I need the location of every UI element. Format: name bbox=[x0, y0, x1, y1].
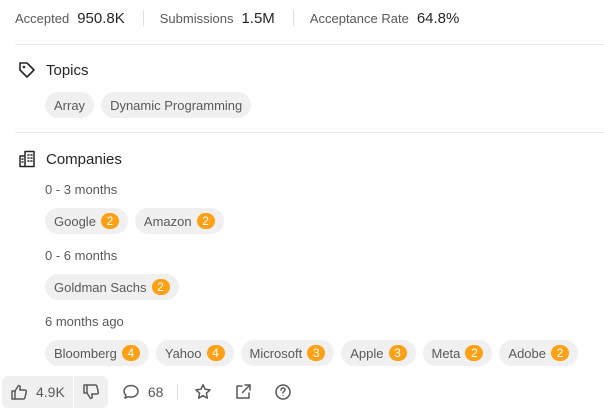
submissions-stat: Submissions 1.5M bbox=[160, 10, 275, 27]
company-count-badge: 3 bbox=[307, 345, 326, 361]
company-name: Apple bbox=[350, 345, 384, 361]
company-count-badge: 2 bbox=[196, 213, 215, 229]
submissions-label: Submissions bbox=[159, 10, 234, 26]
accepted-stat: Accepted 950.8K bbox=[15, 10, 125, 27]
share-icon bbox=[234, 383, 252, 401]
company-count-badge: 3 bbox=[388, 345, 407, 361]
company-chip[interactable]: Amazon 2 bbox=[134, 208, 224, 234]
accepted-label: Accepted bbox=[15, 10, 70, 26]
company-count-badge: 4 bbox=[206, 345, 225, 361]
company-name: Yahoo bbox=[164, 345, 202, 361]
divider bbox=[15, 132, 604, 133]
company-chip[interactable]: Bloomberg 4 bbox=[45, 340, 149, 366]
topic-chip[interactable]: Array bbox=[45, 92, 95, 118]
company-name: Meta bbox=[431, 345, 461, 361]
topic-chip[interactable]: Dynamic Programming bbox=[101, 92, 252, 118]
company-name: Adobe bbox=[508, 345, 546, 361]
submissions-value: 1.5M bbox=[241, 9, 275, 27]
company-count-badge: 2 bbox=[151, 279, 170, 295]
company-name: Goldman Sachs bbox=[54, 279, 147, 295]
topics-header[interactable]: Topics bbox=[17, 60, 89, 80]
toolbar-divider bbox=[177, 384, 179, 400]
company-count-badge: 4 bbox=[121, 345, 140, 361]
thumbs-down-icon bbox=[82, 383, 100, 401]
company-chip[interactable]: Adobe 2 bbox=[499, 340, 578, 366]
comment-count: 68 bbox=[147, 384, 164, 400]
company-count-badge: 2 bbox=[551, 345, 569, 361]
company-count-badge: 2 bbox=[100, 213, 119, 229]
company-chip[interactable]: Google 2 bbox=[45, 208, 128, 234]
tag-icon bbox=[17, 60, 37, 80]
acceptance-stat: Acceptance Rate 64.8% bbox=[310, 10, 460, 27]
upvote-button[interactable]: 4.9K bbox=[2, 376, 73, 408]
like-count: 4.9K bbox=[36, 384, 65, 400]
action-toolbar: 4.9K 68 bbox=[0, 376, 604, 408]
acceptance-value: 64.8% bbox=[416, 9, 460, 27]
company-name: Microsoft bbox=[249, 345, 303, 361]
company-name: Amazon bbox=[143, 213, 192, 229]
downvote-button[interactable] bbox=[74, 376, 108, 408]
favorite-button[interactable] bbox=[194, 376, 212, 408]
thumbs-up-icon bbox=[10, 383, 28, 401]
company-count-badge: 2 bbox=[465, 345, 484, 361]
period-label: 6 months ago bbox=[45, 314, 124, 329]
vote-group: 4.9K bbox=[2, 376, 108, 408]
companies-title: Companies bbox=[46, 150, 122, 168]
company-chip[interactable]: Goldman Sachs 2 bbox=[45, 274, 179, 300]
company-chip[interactable]: Microsoft 3 bbox=[240, 340, 335, 366]
period-label: 0 - 6 months bbox=[45, 248, 118, 263]
stats-bar: Accepted 950.8K Submissions 1.5M Accepta… bbox=[0, 0, 604, 36]
topics-title: Topics bbox=[46, 61, 89, 79]
period-label: 0 - 3 months bbox=[45, 182, 118, 197]
companies-header[interactable]: Companies bbox=[17, 149, 122, 169]
company-list: Bloomberg 4 Yahoo 4 Microsoft 3 Apple 3 … bbox=[45, 340, 578, 366]
stat-divider bbox=[292, 10, 294, 26]
company-list: Google 2 Amazon 2 bbox=[45, 208, 231, 234]
star-icon bbox=[194, 383, 212, 401]
divider bbox=[15, 44, 604, 45]
help-icon bbox=[274, 383, 292, 401]
comment-icon bbox=[122, 383, 140, 401]
company-chip[interactable]: Meta 2 bbox=[422, 340, 493, 366]
company-chip[interactable]: Apple 3 bbox=[341, 340, 416, 366]
help-button[interactable] bbox=[274, 376, 292, 408]
company-name: Google bbox=[54, 213, 96, 229]
company-list: Goldman Sachs 2 bbox=[45, 274, 186, 300]
accepted-value: 950.8K bbox=[77, 9, 125, 27]
share-button[interactable] bbox=[234, 376, 252, 408]
stat-divider bbox=[142, 10, 144, 26]
company-chip[interactable]: Yahoo 4 bbox=[155, 340, 234, 366]
building-icon bbox=[17, 149, 37, 169]
acceptance-label: Acceptance Rate bbox=[309, 10, 409, 26]
company-name: Bloomberg bbox=[54, 345, 117, 361]
comments-button[interactable]: 68 bbox=[122, 376, 164, 408]
topics-list: Array Dynamic Programming bbox=[45, 92, 258, 118]
